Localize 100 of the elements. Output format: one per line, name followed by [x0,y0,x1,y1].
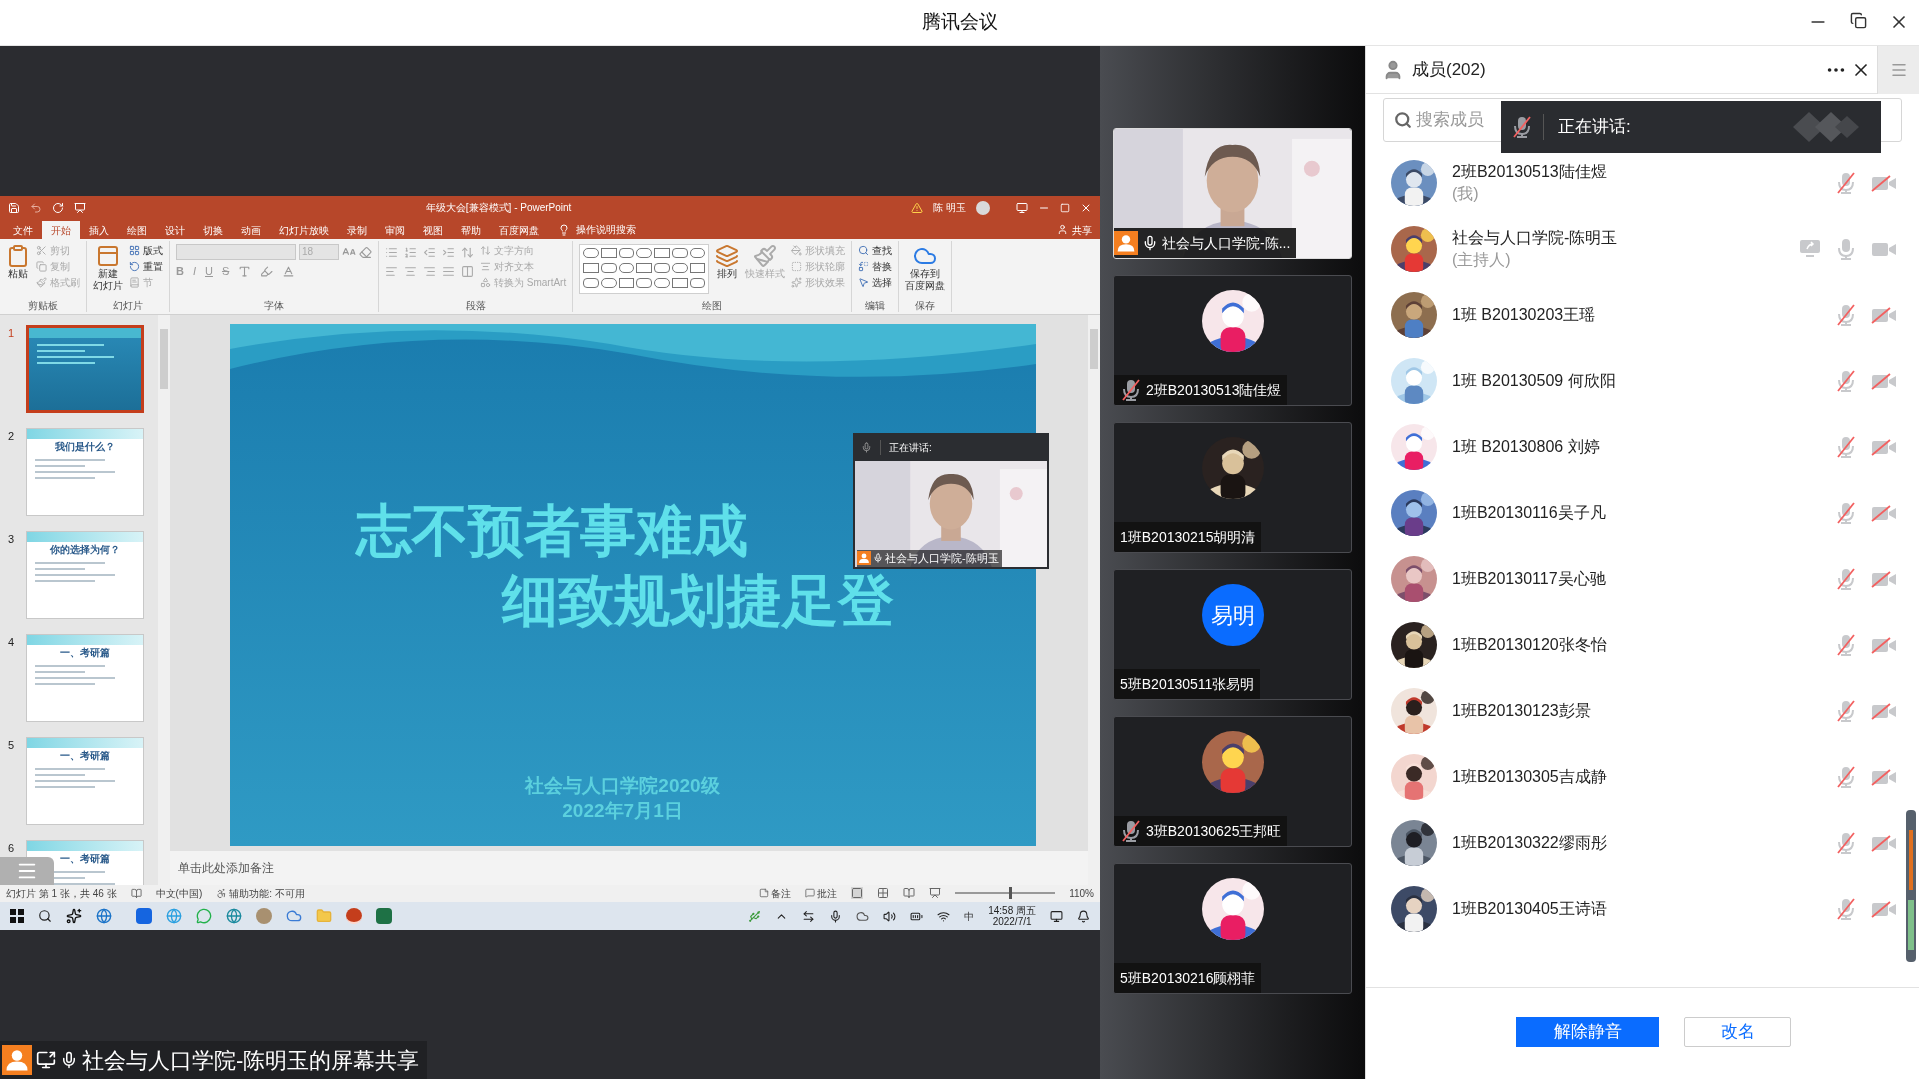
reset-icon[interactable] [129,261,140,273]
video-tile[interactable]: 社会与人口学院-陈... [1113,128,1352,259]
columns-icon[interactable] [461,265,474,279]
format-button[interactable]: U [205,266,213,278]
ribbon-tab[interactable]: 设计 [156,221,194,240]
video-tile[interactable]: 2班B20130513陆佳煜 [1113,275,1352,406]
muted-microphone-icon[interactable] [1835,699,1857,723]
video-tile[interactable]: 易明 5班B20130511张易明 [1113,569,1352,700]
clock-date[interactable]: 2022/7/1 [992,916,1032,928]
clock-time[interactable]: 14:58 周五 [988,905,1036,917]
slide-thumbnail[interactable]: 一、考研篇 [26,633,144,722]
tell-me-search[interactable]: 操作说明搜索 [570,221,642,240]
video-tile[interactable]: 1班B20130215胡明清 [1113,422,1352,553]
ribbon-tab[interactable]: 文件 [4,221,42,240]
ime-indicator[interactable]: 中 [964,908,975,924]
accessibility-icon[interactable] [216,887,228,899]
ribbon-button[interactable]: 选择 [858,276,893,290]
ribbon-tab[interactable]: 百度网盘 [490,221,548,240]
justify-icon[interactable] [442,265,455,279]
camera-off-icon[interactable] [1871,899,1897,919]
redo-icon[interactable] [52,201,64,214]
camera-off-icon[interactable] [1871,305,1897,325]
unmute-button[interactable]: 解除静音 [1516,1017,1659,1047]
save-icon[interactable] [8,201,20,214]
ribbon-tab[interactable]: 绘图 [118,221,156,240]
restore-icon[interactable] [1850,12,1867,29]
numbered-list-icon[interactable] [404,246,417,260]
video-tile[interactable]: 3班B20130625王邦旺 [1113,716,1352,847]
ribbon-tab[interactable]: 动画 [232,221,270,240]
muted-microphone-icon[interactable] [1835,435,1857,459]
ribbon-button[interactable]: 排列 [715,244,740,281]
camera-off-icon[interactable] [1871,833,1897,853]
arrange-icon[interactable] [715,244,740,269]
indent-decrease-icon[interactable] [423,246,436,260]
ribbon-tab[interactable]: 审阅 [376,221,414,240]
ribbon-tab[interactable]: 插入 [80,221,118,240]
shapes-gallery[interactable] [579,244,710,295]
ribbon-tab[interactable]: 开始 [42,221,80,240]
bullet-list-icon[interactable] [385,246,398,260]
highlighter-icon[interactable] [260,265,274,279]
muted-microphone-icon[interactable] [1835,303,1857,327]
microphone-icon[interactable] [829,909,843,923]
text-icon[interactable] [238,265,252,279]
app-icon[interactable] [256,908,272,925]
ribbon-button[interactable]: 粘贴 [6,244,30,281]
globe-icon[interactable] [166,908,182,925]
display-icon[interactable] [1050,909,1063,923]
video-tile[interactable]: 5班B20130216顾栩菲 [1113,863,1352,994]
muted-microphone-icon[interactable] [1835,831,1857,855]
ribbon-button[interactable]: 新建 幻灯片 [93,244,123,293]
camera-off-icon[interactable] [1871,371,1897,391]
maximize-icon[interactable] [1060,202,1070,213]
camera-off-icon[interactable] [1871,173,1897,193]
select-icon[interactable] [858,277,870,289]
format-button[interactable]: I [192,266,196,278]
slideshow-icon[interactable] [929,887,942,900]
muted-microphone-icon[interactable] [1511,115,1533,139]
eraser-icon[interactable] [359,245,372,259]
camera-off-icon[interactable] [1871,635,1897,655]
ribbon-tab[interactable]: 切换 [194,221,232,240]
user-avatar-icon[interactable] [976,200,990,215]
slide-thumbnail[interactable]: 你的选择为何？ [26,530,144,619]
replace-icon[interactable] [858,261,870,273]
language-status[interactable]: 中文(中国) [155,885,203,901]
cloud-icon[interactable] [856,909,870,923]
transfer-icon[interactable] [802,909,816,923]
normal-view-icon[interactable] [851,887,864,900]
muted-microphone-icon[interactable] [1120,819,1142,843]
align-left-icon[interactable] [385,265,398,279]
camera-off-icon[interactable] [1871,767,1897,787]
slide-sorter-icon[interactable] [877,887,890,900]
notification-icon[interactable] [1077,909,1090,923]
indent-increase-icon[interactable] [442,246,455,260]
chat-app-icon[interactable] [196,908,212,925]
comments-button[interactable]: 批注 [805,885,838,901]
undo-icon[interactable] [30,201,42,214]
clipboard-icon[interactable] [6,244,30,269]
muted-microphone-icon[interactable] [1835,369,1857,393]
muted-microphone-icon[interactable] [1835,501,1857,525]
muted-microphone-icon[interactable] [1835,633,1857,657]
notes-button[interactable]: 备注 [759,885,792,901]
muted-microphone-icon[interactable] [1835,171,1857,195]
ribbon-button[interactable]: 重置 [129,260,163,274]
ribbon-tab[interactable]: 录制 [338,221,376,240]
zoom-slider[interactable] [955,887,1056,900]
ribbon-tab[interactable]: 幻灯片放映 [270,221,338,240]
slideshow-icon[interactable] [74,201,86,214]
muted-microphone-icon[interactable] [1835,897,1857,921]
usb-icon[interactable] [748,909,762,923]
spell-check-icon[interactable] [130,887,142,899]
search-icon[interactable] [38,909,52,924]
reading-view-icon[interactable] [903,887,916,900]
ribbon-tab[interactable]: 视图 [414,221,452,240]
camera-off-icon[interactable] [1871,503,1897,523]
zoom-thumb[interactable] [1008,887,1012,900]
ribbon-button[interactable]: 保存到 百度网盘 [905,244,946,293]
list-menu-icon[interactable] [0,856,54,885]
slide-thumbnail[interactable] [26,324,144,413]
browser-icon[interactable] [96,908,112,925]
notes-icon[interactable] [759,888,770,899]
